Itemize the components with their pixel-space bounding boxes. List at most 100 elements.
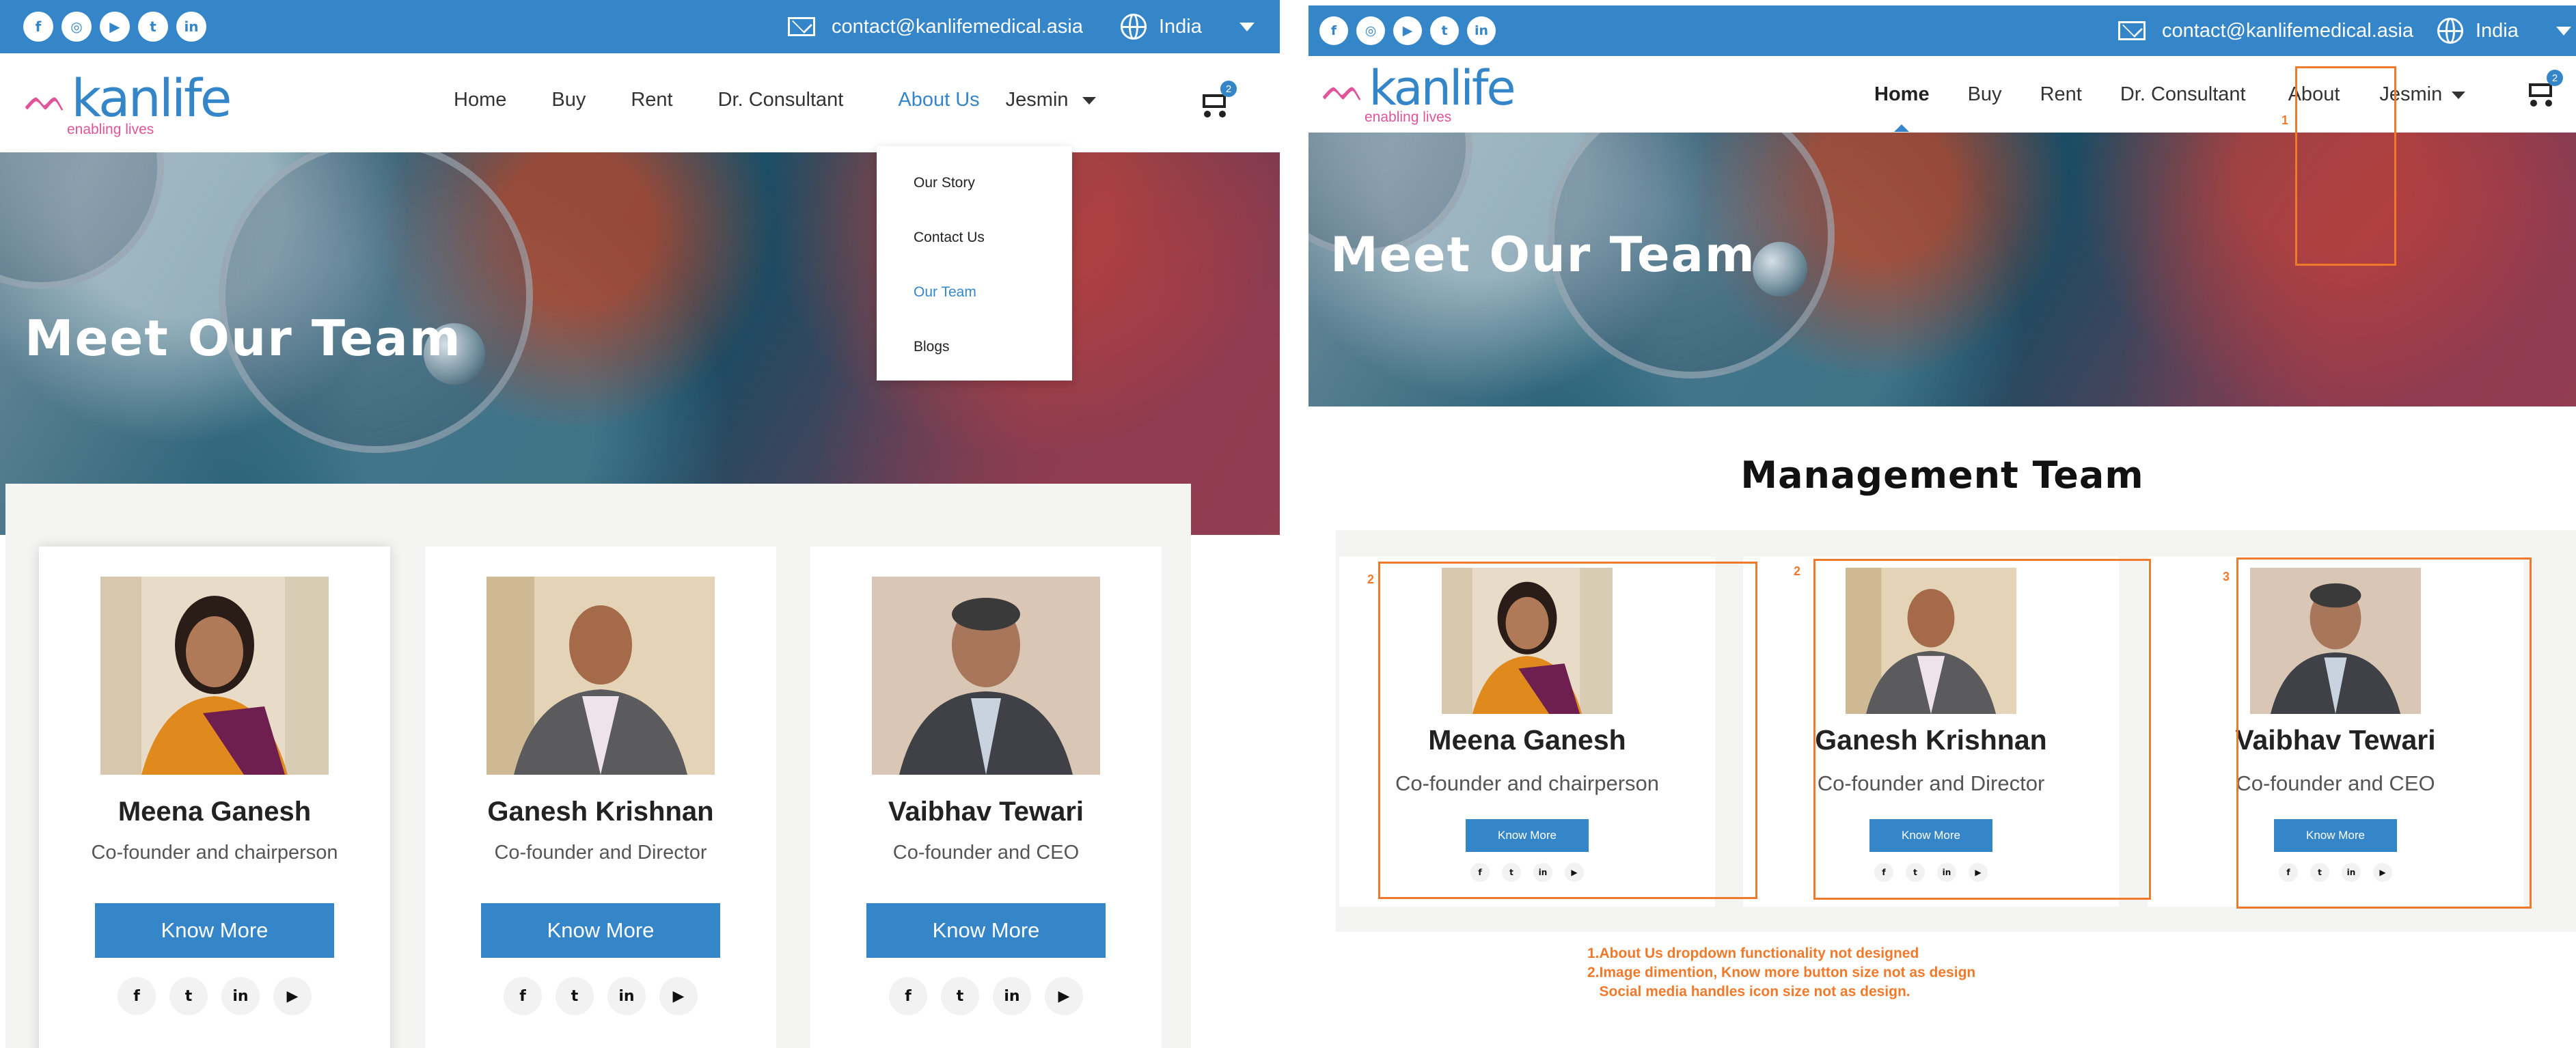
linkedin-icon[interactable]: in	[176, 12, 206, 42]
member-name: Ganesh Krishnan	[487, 797, 714, 827]
annotation-box-card	[1813, 559, 2151, 900]
nav-buy[interactable]: Buy	[551, 89, 586, 111]
top-bar-right: contact@kanlifemedical.asia India	[788, 14, 1255, 40]
twitter-icon[interactable]: t	[556, 977, 594, 1015]
member-social-links: f t in ▶	[810, 977, 1162, 1015]
youtube-icon[interactable]: ▶	[1393, 16, 1422, 45]
annotation-number: 2	[1794, 564, 1801, 578]
youtube-icon[interactable]: ▶	[659, 977, 698, 1015]
section-title: Management Team	[1740, 454, 2144, 497]
implementation-pane: f ◎ ▶ t in contact@kanlifemedical.asia I…	[1308, 0, 2576, 1048]
instagram-icon[interactable]: ◎	[61, 12, 92, 42]
user-name: Jesmin	[1005, 89, 1069, 111]
youtube-icon[interactable]: ▶	[100, 12, 130, 42]
nav-user-jesmin[interactable]: Jesmin	[1006, 89, 1096, 111]
decorative-bubble	[219, 152, 533, 453]
contact-email[interactable]: contact@kanlifemedical.asia	[832, 16, 1083, 38]
dropdown-our-team[interactable]: Our Team	[877, 272, 1072, 327]
team-card: Meena Ganesh Co-founder and chairperson …	[39, 547, 390, 1048]
facebook-icon[interactable]: f	[118, 977, 156, 1015]
linkedin-icon[interactable]: in	[221, 977, 260, 1015]
dropdown-our-story[interactable]: Our Story	[877, 163, 1072, 217]
logo[interactable]: ᨓ kanlife enabling lives	[1322, 60, 1516, 126]
top-social-links: f ◎ ▶ t in	[1319, 16, 1496, 45]
nav-about-us[interactable]: About Us	[898, 89, 979, 111]
country-selector[interactable]: India	[1159, 16, 1202, 38]
top-bar: f ◎ ▶ t in contact@kanlifemedical.asia I…	[0, 0, 1280, 53]
nav-rent[interactable]: Rent	[2040, 83, 2082, 106]
chevron-down-icon	[2452, 91, 2466, 99]
twitter-icon[interactable]: t	[1430, 16, 1459, 45]
mail-icon	[788, 17, 815, 36]
review-notes: 1.About Us dropdown functionality not de…	[1587, 944, 1975, 1002]
nav-home[interactable]: Home	[454, 89, 506, 111]
decorative-bubble	[1753, 242, 1807, 297]
facebook-icon[interactable]: f	[889, 977, 927, 1015]
logo-tagline: enabling lives	[1365, 109, 1452, 125]
linkedin-icon[interactable]: in	[993, 977, 1031, 1015]
nav-buy[interactable]: Buy	[1968, 83, 2002, 106]
team-card: Vaibhav Tewari Co-founder and CEO Know M…	[810, 547, 1162, 1048]
know-more-button[interactable]: Know More	[866, 903, 1106, 958]
logo-tagline: enabling lives	[67, 122, 154, 137]
member-role: Co-founder and CEO	[892, 842, 1080, 864]
top-social-links: f ◎ ▶ t in	[23, 12, 206, 42]
know-more-button[interactable]: Know More	[481, 903, 720, 958]
twitter-icon[interactable]: t	[169, 977, 208, 1015]
facebook-icon[interactable]: f	[504, 977, 542, 1015]
youtube-icon[interactable]: ▶	[273, 977, 312, 1015]
facebook-icon[interactable]: f	[23, 12, 53, 42]
kidney-logo-icon: ᨓ	[1322, 66, 1367, 109]
dropdown-contact-us[interactable]: Contact Us	[877, 217, 1072, 272]
annotation-number: 1	[2282, 113, 2289, 127]
annotation-number: 3	[2223, 570, 2230, 583]
annotation-box-card	[2236, 557, 2532, 909]
member-photo-ganesh	[487, 577, 715, 775]
twitter-icon[interactable]: t	[138, 12, 168, 42]
member-name: Meena Ganesh	[118, 797, 312, 827]
review-note: 1.About Us dropdown functionality not de…	[1587, 946, 1919, 961]
dropdown-blogs[interactable]: Blogs	[877, 327, 1072, 381]
top-bar: f ◎ ▶ t in contact@kanlifemedical.asia I…	[1308, 5, 2576, 56]
youtube-icon[interactable]: ▶	[1045, 977, 1083, 1015]
team-card: Ganesh Krishnan Co-founder and Director …	[425, 547, 776, 1048]
nav-home[interactable]: Home	[1874, 83, 1930, 106]
member-role: Co-founder and chairperson	[91, 842, 338, 864]
linkedin-icon[interactable]: in	[607, 977, 646, 1015]
contact-email[interactable]: contact@kanlifemedical.asia	[2162, 20, 2413, 42]
hero-title: Meet Our Team	[1330, 227, 1756, 283]
country-selector[interactable]: India	[2476, 20, 2519, 42]
member-photo-meena	[100, 577, 329, 775]
logo-brand: kanlife	[71, 68, 232, 128]
chevron-down-icon[interactable]	[1239, 22, 1255, 31]
cart-icon[interactable]: 2	[1197, 81, 1237, 118]
member-social-links: f t in ▶	[39, 977, 390, 1015]
nav-dr-consultant[interactable]: Dr. Consultant	[718, 89, 844, 111]
chevron-down-icon	[1082, 96, 1096, 105]
annotation-box-about	[2295, 66, 2396, 266]
globe-icon	[1120, 14, 1147, 40]
cart-count-badge: 2	[1220, 81, 1237, 97]
annotation-box-card	[1378, 562, 1757, 899]
main-nav: ᨓ kanlife enabling lives Home Buy Rent Dr…	[0, 53, 1280, 152]
member-role: Co-founder and Director	[494, 842, 707, 864]
nav-dr-consultant[interactable]: Dr. Consultant	[2120, 83, 2246, 106]
linkedin-icon[interactable]: in	[1467, 16, 1496, 45]
twitter-icon[interactable]: t	[941, 977, 979, 1015]
mail-icon	[2118, 21, 2146, 40]
nav-rent[interactable]: Rent	[631, 89, 672, 111]
decorative-bubble	[0, 152, 164, 289]
chevron-down-icon[interactable]	[2556, 26, 2571, 36]
instagram-icon[interactable]: ◎	[1356, 16, 1385, 45]
top-bar-right: contact@kanlifemedical.asia India	[2118, 18, 2571, 44]
member-name: Vaibhav Tewari	[888, 797, 1084, 827]
annotation-number: 2	[1367, 573, 1375, 586]
facebook-icon[interactable]: f	[1319, 16, 1348, 45]
logo-brand: kanlife	[1369, 60, 1516, 116]
review-note: 2.Image dimention, Know more button size…	[1587, 965, 1976, 980]
about-us-dropdown: Our Story Contact Us Our Team Blogs	[877, 146, 1072, 381]
cart-icon[interactable]: 2	[2523, 70, 2563, 107]
logo[interactable]: ᨓ kanlife enabling lives	[25, 68, 232, 138]
know-more-button[interactable]: Know More	[95, 903, 334, 958]
review-note: Social media handles icon size not as de…	[1587, 984, 1910, 999]
